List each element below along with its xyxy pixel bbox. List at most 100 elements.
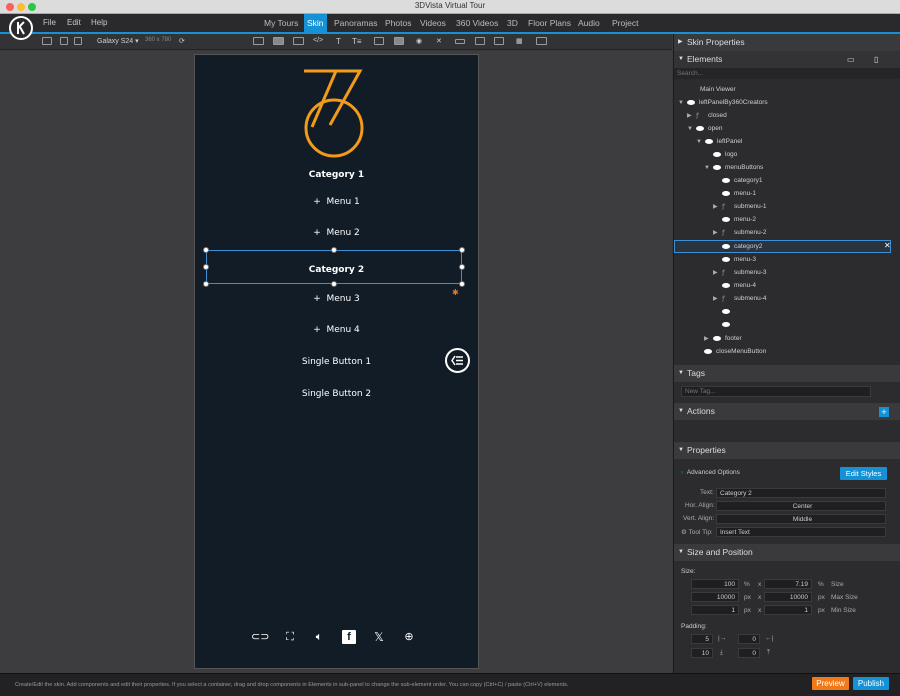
globe-icon[interactable]: ⊕ [402, 630, 416, 644]
resize-handle[interactable] [459, 281, 465, 287]
phone-menu-1[interactable]: + Menu 1 [194, 197, 479, 207]
phone-menu-4[interactable]: + Menu 4 [194, 325, 479, 335]
tree-submenu-4[interactable]: ▶ ꝭ submenu-4 [713, 293, 767, 305]
tab-floor-plans[interactable]: Floor Plans [525, 14, 574, 32]
resize-handle[interactable] [203, 264, 209, 270]
hidden-link-icon[interactable]: ꝭ [722, 227, 730, 239]
hidden-link-icon[interactable]: ꝭ [722, 267, 730, 279]
size-position-header[interactable]: ▼ Size and Position [674, 544, 900, 561]
resize-handle[interactable] [331, 247, 337, 253]
text-field[interactable]: Category 2 [716, 488, 886, 498]
max-width-field[interactable]: 10000 [691, 592, 739, 602]
layout-icon[interactable] [42, 37, 52, 45]
max-height-field[interactable]: 10000 [764, 592, 812, 602]
properties-header[interactable]: ▼ Properties [674, 442, 900, 459]
eye-icon[interactable] [722, 308, 730, 314]
height-field[interactable]: 7.19 [764, 579, 812, 589]
width-unit[interactable]: % [744, 581, 750, 588]
image-tool-icon[interactable] [374, 37, 384, 45]
actions-header[interactable]: ▼ Actions + [674, 403, 900, 420]
eye-icon[interactable] [713, 335, 721, 341]
vr-icon[interactable]: ⊂⊃ [251, 630, 269, 644]
eye-icon[interactable] [705, 138, 713, 144]
chevron-down-icon[interactable]: ▼ [687, 123, 693, 135]
list-tool-icon[interactable] [475, 37, 485, 45]
phone-menu-2[interactable]: + Menu 2 [194, 228, 479, 238]
close-tool-icon[interactable]: ✕ [436, 37, 442, 45]
tree-closed[interactable]: ▶ ꝭ closed [687, 110, 727, 122]
chevron-right-icon[interactable]: ▶ [713, 267, 718, 279]
rotate-icon[interactable]: ⟳ [179, 37, 185, 45]
phone-single-button-2[interactable]: Single Button 2 [194, 389, 479, 399]
resize-handle[interactable] [459, 247, 465, 253]
close-menu-button[interactable] [445, 348, 470, 373]
tab-360-videos[interactable]: 360 Videos [453, 14, 501, 32]
tab-audio[interactable]: Audio [575, 14, 603, 32]
min-height-field[interactable]: 1 [764, 605, 812, 615]
fullscreen-icon[interactable]: ⛶ [283, 630, 297, 644]
volume-icon[interactable]: 🔈︎ [312, 630, 326, 644]
menu-edit[interactable]: Edit [67, 18, 81, 27]
new-tag-input[interactable] [681, 386, 871, 397]
html-tool-icon[interactable]: </> [313, 37, 323, 44]
device-select[interactable]: Galaxy S24 ▾ [97, 37, 139, 45]
tab-my-tours[interactable]: My Tours [261, 14, 301, 32]
height-unit[interactable]: % [818, 581, 824, 588]
desktop-icon[interactable]: ▭ [847, 51, 855, 68]
chevron-right-icon[interactable]: ▶ [687, 110, 692, 122]
tree-category1[interactable]: category1 [722, 175, 763, 187]
eye-icon[interactable] [722, 282, 730, 288]
container-tool-icon[interactable] [253, 37, 264, 45]
tree-menu-1[interactable]: menu-1 [722, 188, 756, 200]
app-logo[interactable] [9, 16, 33, 40]
chevron-right-icon[interactable]: ▶ [713, 293, 718, 305]
tree-unnamed-element[interactable] [722, 306, 734, 318]
chevron-right-icon[interactable]: ▶ [704, 333, 709, 345]
elements-header[interactable]: ▼ Elements ▭ ▯ [674, 51, 900, 68]
tree-menu-3[interactable]: menu-3 [722, 254, 756, 266]
tree-submenu-2[interactable]: ▶ ꝭ submenu-2 [713, 227, 767, 239]
elements-search-input[interactable] [674, 68, 900, 79]
phone-single-button-1[interactable]: Single Button 1 [194, 357, 479, 367]
tab-skin[interactable]: Skin [304, 14, 327, 32]
button-tool-icon[interactable] [394, 37, 404, 45]
table-tool-icon[interactable] [494, 37, 504, 45]
gear-icon[interactable]: ✱ [452, 288, 459, 297]
chevron-right-icon[interactable]: ▶ [713, 201, 718, 213]
chevron-right-icon[interactable]: ▶ [713, 227, 718, 239]
text-tool-icon[interactable]: T [336, 37, 341, 46]
video-tool-icon[interactable]: ◉ [416, 37, 422, 45]
padding-right-field[interactable]: 5 [691, 634, 713, 644]
advanced-options-toggle[interactable]: › Advanced Options [681, 469, 740, 476]
padding-bottom-field[interactable]: 10 [691, 648, 713, 658]
selection-box[interactable] [206, 250, 462, 284]
tree-menu-2[interactable]: menu-2 [722, 214, 756, 226]
tree-leftpanel-by360creators[interactable]: ▼ leftPanelBy360Creators [678, 97, 768, 109]
resize-handle[interactable] [203, 247, 209, 253]
tree-closemenubutton[interactable]: closeMenuButton [704, 346, 766, 358]
phone-menu-3[interactable]: + Menu 3 [194, 294, 479, 304]
eye-icon[interactable] [704, 348, 712, 354]
menu-help[interactable]: Help [91, 18, 107, 27]
mobile-icon[interactable]: ▯ [874, 51, 878, 68]
tree-main-viewer[interactable]: Main Viewer [700, 84, 736, 96]
text-list-tool-icon[interactable]: T≡ [352, 37, 362, 46]
tree-footer[interactable]: ▶ footer [704, 333, 742, 345]
tab-panoramas[interactable]: Panoramas [331, 14, 380, 32]
save-icon[interactable] [60, 37, 68, 45]
padding-left-field[interactable]: 0 [738, 634, 760, 644]
eye-icon[interactable] [713, 164, 721, 170]
resize-handle[interactable] [331, 281, 337, 287]
publish-button[interactable]: Publish [853, 677, 889, 690]
add-action-button[interactable]: + [879, 407, 889, 417]
facebook-icon[interactable]: f [342, 630, 356, 644]
tree-submenu-3[interactable]: ▶ ꝭ submenu-3 [713, 267, 767, 279]
chevron-down-icon[interactable]: ▼ [696, 136, 702, 148]
hor-align-select[interactable]: Center [716, 501, 886, 511]
tree-menu-4[interactable]: menu-4 [722, 280, 756, 292]
edit-styles-button[interactable]: Edit Styles [840, 467, 887, 480]
menu-file[interactable]: File [43, 18, 56, 27]
panel-tool-icon[interactable] [273, 37, 284, 45]
slider-tool-icon[interactable] [455, 39, 465, 44]
eye-icon[interactable] [722, 216, 730, 222]
